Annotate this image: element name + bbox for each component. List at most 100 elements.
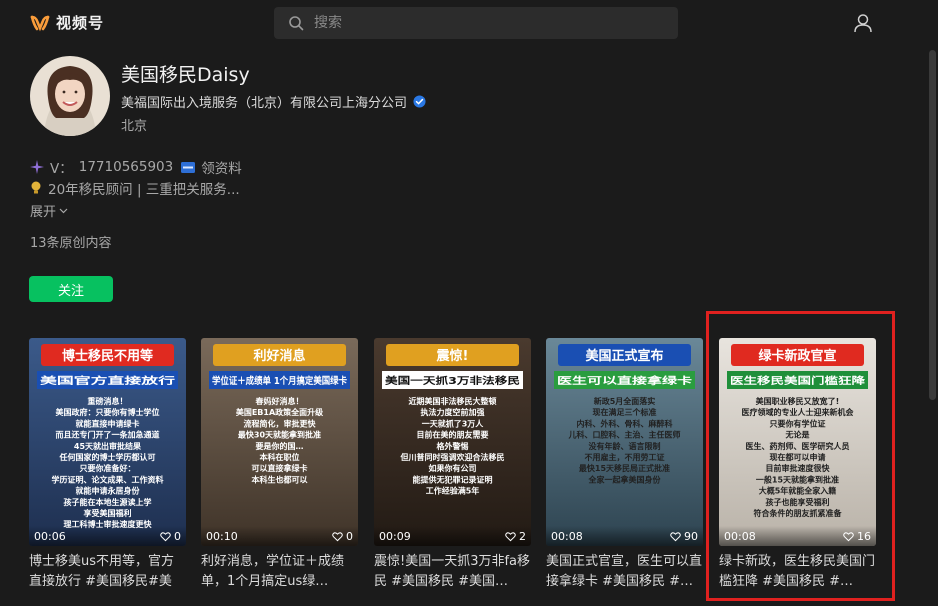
page-scrollbar[interactable] bbox=[929, 50, 936, 400]
thumbnail-subbanner-text: 学位证＋成绩单 1个月搞定美国绿卡 bbox=[212, 375, 347, 387]
like-count: 90 bbox=[684, 529, 698, 543]
thumbnail-text-line: 新政5月全面落实 bbox=[594, 396, 656, 406]
expand-link[interactable]: 展开 bbox=[30, 201, 68, 220]
thumbnail-text-line: 孩子也能享受福利 bbox=[766, 497, 830, 507]
search-input[interactable] bbox=[312, 14, 678, 32]
video-thumbnail[interactable]: 博士移民不用等 美国官方直接放行 重磅消息！ 美国政府：只要你有博士学位 就能直接申请绿… bbox=[29, 338, 186, 546]
heart-icon bbox=[332, 531, 343, 541]
thumbnail-text-line: 内科、外科、骨科、麻醉科 bbox=[577, 418, 673, 428]
video-card[interactable]: 利好消息 学位证＋成绩单 1个月搞定美国绿卡 春妈好消息！ 美国EB1A政策全面升级流… bbox=[201, 338, 358, 592]
video-duration: 00:09 bbox=[379, 529, 411, 543]
heart-icon bbox=[670, 531, 681, 541]
video-meta: 00:08 16 bbox=[719, 526, 876, 546]
video-likes: 0 bbox=[332, 530, 353, 543]
description-line: 20年移民顾问 | 三重把关服务... bbox=[30, 178, 240, 198]
contact-suffix: 领资料 bbox=[201, 161, 242, 177]
follow-button[interactable]: 关注 bbox=[29, 276, 113, 302]
video-thumbnail[interactable]: 利好消息 学位证＋成绩单 1个月搞定美国绿卡 春妈好消息！ 美国EB1A政策全面升级流… bbox=[201, 338, 358, 546]
thumbnail-image: 绿卡新政官宣医生移民美国门槛狂降美国职业移民又放宽了!医疗领域的专业人士迎来新机… bbox=[719, 338, 876, 546]
thumbnail-text-line: 现在满足三个标准 bbox=[593, 407, 657, 417]
video-thumbnail[interactable]: 震惊! 美国一天抓3万非法移民 近期美国非法移民大整顿 执法力度空前加强 一天就抓了3万… bbox=[374, 338, 531, 546]
thumbnail-image: 博士移民不用等美国官方直接放行重磅消息！美国政府：只要你有博士学位就能直接申请绿… bbox=[29, 338, 186, 546]
thumbnail-text-line: 只要你准备好： bbox=[80, 463, 136, 473]
free-badge-icon bbox=[181, 161, 196, 173]
thumbnail-text-line: 45天就出审批结果 bbox=[74, 441, 141, 451]
video-likes: 0 bbox=[160, 530, 181, 543]
thumbnail-text-line: 可以直接拿绿卡 bbox=[252, 463, 308, 473]
thumbnail-text-line: 美国职业移民又放宽了! bbox=[756, 396, 840, 406]
thumbnail-subbanner-text: 美国一天抓3万非法移民 bbox=[384, 375, 520, 387]
location: 北京 bbox=[121, 119, 148, 134]
heart-icon bbox=[843, 531, 854, 541]
thumbnail-text-line: 儿科、口腔科、主治、主任医师 bbox=[568, 430, 681, 440]
thumbnail-text-line: 只要你有学位证 bbox=[770, 418, 826, 428]
video-card[interactable]: 绿卡新政官宣 医生移民美国门槛狂降 美国职业移民又放宽了! 医疗领域的专业人士迎来新机… bbox=[719, 338, 876, 592]
video-meta: 00:09 2 bbox=[374, 526, 531, 546]
thumbnail-text-line: 不用雇主，不用劳工证 bbox=[585, 452, 665, 462]
thumbnail-banner-text: 博士移民不用等 bbox=[62, 348, 153, 364]
thumbnail-text-line: 最快15天移民局正式批准 bbox=[579, 463, 670, 473]
video-meta: 00:10 0 bbox=[201, 526, 358, 546]
thumbnail-image: 美国正式宣布医生可以直接拿绿卡新政5月全面落实现在满足三个标准内科、外科、骨科、… bbox=[546, 338, 703, 546]
like-count: 16 bbox=[857, 529, 871, 543]
channels-logo-icon bbox=[30, 15, 50, 31]
sparkle-plus-icon bbox=[30, 160, 44, 174]
avatar[interactable] bbox=[30, 56, 110, 136]
thumbnail-text-line: 没有年龄、语言限制 bbox=[589, 441, 661, 451]
video-card[interactable]: 震惊! 美国一天抓3万非法移民 近期美国非法移民大整顿 执法力度空前加强 一天就抓了3万… bbox=[374, 338, 531, 592]
video-card[interactable]: 美国正式宣布医生可以直接拿绿卡 新政5月全面落实 现在满足三个标准 内科、外科、骨科、… bbox=[546, 338, 703, 592]
video-meta: 00:08 90 bbox=[546, 526, 703, 546]
thumbnail-text-line: 本科在职位 bbox=[259, 452, 300, 462]
like-count: 0 bbox=[174, 529, 181, 543]
content-count: 13条原创内容 bbox=[30, 236, 112, 251]
thumbnail-text-line: 能提供无犯罪记录证明 bbox=[413, 474, 493, 484]
thumbnail-text-line: 孩子能在本地生源读上学 bbox=[64, 497, 152, 507]
thumbnail-text-line: 格外警惕 bbox=[437, 441, 469, 451]
profile-description: 20年移民顾问 | 三重把关服务... bbox=[48, 182, 240, 198]
thumbnail-subbanner-text: 医生可以直接拿绿卡 bbox=[557, 375, 693, 387]
video-likes: 2 bbox=[505, 530, 526, 543]
thumbnail-text-line: 就能申请永居身份 bbox=[76, 486, 141, 496]
video-thumbnail[interactable]: 绿卡新政官宣 医生移民美国门槛狂降 美国职业移民又放宽了! 医疗领域的专业人士迎来新机… bbox=[719, 338, 876, 546]
thumbnail-text-line: 一天就抓了3万人 bbox=[422, 418, 485, 428]
thumbnail-text-line: 大概5年就能全家入籍 bbox=[759, 486, 837, 496]
like-count: 0 bbox=[346, 529, 353, 543]
thumbnail-text-line: 本科生也都可以 bbox=[251, 474, 308, 484]
video-title[interactable]: 美国正式官宣，医生可以直接拿绿卡 #美国移民 #… bbox=[546, 552, 703, 592]
video-duration: 00:10 bbox=[206, 529, 238, 543]
thumbnail-text-line: 全家一起拿美国身份 bbox=[588, 474, 662, 484]
video-thumbnail[interactable]: 美国正式宣布医生可以直接拿绿卡 新政5月全面落实 现在满足三个标准 内科、外科、骨科、… bbox=[546, 338, 703, 546]
thumbnail-text-line: 美国EB1A政策全面升级 bbox=[236, 407, 324, 417]
user-icon[interactable] bbox=[852, 12, 874, 34]
video-duration: 00:08 bbox=[724, 529, 756, 543]
thumbnail-text-line: 最快30天就能拿到批准 bbox=[238, 430, 321, 440]
thumbnail-banner-text: 美国正式宣布 bbox=[585, 348, 663, 364]
company-name: 美福国际出入境服务（北京）有限公司上海分公司 bbox=[121, 96, 408, 111]
search-icon[interactable] bbox=[288, 15, 304, 31]
app-name: 视频号 bbox=[56, 14, 105, 32]
video-title[interactable]: 利好消息，学位证＋成绩单，1个月搞定us绿… bbox=[201, 552, 358, 592]
video-title[interactable]: 震惊!美国一天抓3万非fa移民 #美国移民 #美国… bbox=[374, 552, 531, 592]
thumbnail-text-line: 无论是 bbox=[785, 430, 810, 440]
contact-prefix: V： bbox=[50, 161, 73, 177]
thumbnail-image: 震惊! 美国一天抓3万非法移民近期美国非法移民大整顿执法力度空前加强一天就抓了3万… bbox=[374, 338, 531, 546]
heart-icon bbox=[505, 531, 516, 541]
app-logo[interactable]: 视频号 bbox=[30, 12, 104, 33]
video-likes: 90 bbox=[670, 530, 698, 543]
thumbnail-text-line: 美国政府：只要你有博士学位 bbox=[56, 407, 160, 417]
video-title[interactable]: 绿卡新政，医生移民美国门槛狂降 #美国移民 #… bbox=[719, 552, 876, 592]
thumbnail-text-line: 学历证明、论文成果、工作资料 bbox=[52, 474, 164, 484]
video-card[interactable]: 博士移民不用等 美国官方直接放行 重磅消息！ 美国政府：只要你有博士学位 就能直接申请绿… bbox=[29, 338, 186, 592]
thumbnail-text-line: 享受美国福利 bbox=[84, 508, 132, 518]
video-duration: 00:06 bbox=[34, 529, 66, 543]
thumbnail-text-line: 如果你有公司 bbox=[429, 463, 477, 473]
thumbnail-text-line: 但川普同时强调欢迎合法移民 bbox=[400, 452, 505, 462]
thumbnail-text-line: 近期美国非法移民大整顿 bbox=[409, 396, 497, 406]
top-bar: 视频号 bbox=[0, 0, 938, 46]
thumbnail-text-line: 流程简化，审批更快 bbox=[244, 418, 317, 428]
thumbnail-text-line: 要是你的国… bbox=[256, 441, 304, 451]
video-title[interactable]: 博士移美us不用等，官方直接放行 #美国移民#美国… bbox=[29, 552, 186, 592]
search-bar[interactable] bbox=[274, 7, 678, 39]
profile-name: 美国移民Daisy bbox=[121, 64, 250, 86]
avatar-image bbox=[30, 56, 110, 136]
